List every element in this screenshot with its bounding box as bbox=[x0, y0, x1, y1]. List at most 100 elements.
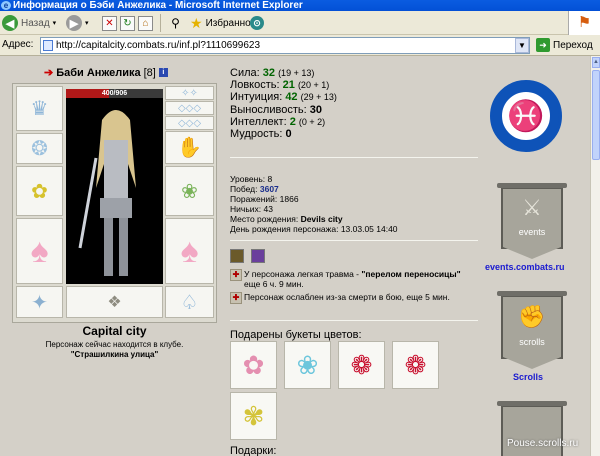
stat-value: 30 bbox=[309, 103, 322, 116]
flower-bouquet-slot-icon[interactable]: ❀ bbox=[165, 166, 214, 216]
twin-fish-emblem-icon[interactable]: ♓ bbox=[490, 80, 562, 152]
search-button[interactable]: ⚲ bbox=[168, 14, 183, 32]
private-message-arrow-icon[interactable]: ➔ bbox=[44, 66, 53, 79]
divider bbox=[230, 157, 478, 158]
go-button[interactable]: ➜ Переход bbox=[536, 38, 593, 52]
address-label: Адрес: bbox=[2, 39, 34, 50]
scrolls-link[interactable]: Scrolls bbox=[513, 372, 543, 382]
stat-value: 32 bbox=[262, 67, 275, 79]
stat-row: Сила: 32 (19 + 13) bbox=[230, 67, 490, 79]
info-label: Место рождения: bbox=[230, 214, 299, 225]
location-name: "Страшилкина улица" bbox=[70, 350, 159, 359]
pink-dress-slot-icon[interactable]: ♠ bbox=[16, 218, 63, 284]
boots-slot-icon[interactable]: ♤ bbox=[165, 286, 214, 318]
red-roses-icon[interactable]: ❁ bbox=[392, 341, 439, 389]
page-content: ➔ Баби Анжелика [8] i ♛ ❂ ✿ ♠ ✦ ❖ ✧✧ ◇◇◇… bbox=[0, 56, 590, 456]
forward-arrow-icon: ▶ bbox=[66, 15, 82, 31]
stat-row: Ловкость: 21 (20 + 1) bbox=[230, 79, 490, 91]
stat-bonus: (29 + 13) bbox=[300, 92, 337, 103]
stat-row: Интуиция: 42 (29 + 13) bbox=[230, 91, 490, 103]
vertical-scrollbar[interactable]: ▲ bbox=[590, 56, 600, 456]
effect-icon[interactable] bbox=[251, 249, 266, 263]
stat-bonus: (19 + 13) bbox=[278, 68, 315, 78]
location-note: Персонаж сейчас находится в клубе. "Стра… bbox=[12, 340, 217, 360]
forward-button[interactable]: ▶ ▾ bbox=[66, 14, 89, 32]
flower-weapon-slot-icon[interactable]: ✿ bbox=[16, 166, 63, 216]
stat-value: 0 bbox=[285, 127, 292, 140]
hp-bar: 400/906 bbox=[66, 89, 163, 98]
go-arrow-icon: ➜ bbox=[536, 38, 550, 52]
ring-row-2-icon[interactable]: ◇◇◇ bbox=[165, 116, 214, 130]
toolbar: ◀ Назад ▾ ▶ ▾ ✕ ↻ ⌂ ⚲ ★ Избранное ⊙ bbox=[0, 11, 600, 35]
earrings-slot-icon[interactable]: ✧✧ bbox=[165, 86, 214, 100]
info-row: Место рождения: Devils city bbox=[230, 214, 480, 224]
forward-dropdown-icon: ▾ bbox=[85, 20, 89, 27]
character-portrait: 400/906 bbox=[66, 89, 163, 284]
pink-blossom-icon[interactable]: ✿ bbox=[230, 341, 277, 389]
effect-row: ✚ У персонажа легкая травма - "перелом пе… bbox=[230, 269, 470, 289]
back-arrow-icon: ◀ bbox=[2, 15, 18, 31]
necklace-slot-icon[interactable]: ❂ bbox=[16, 133, 63, 164]
location-prefix: Персонаж сейчас находится в клубе. bbox=[45, 340, 184, 349]
go-label: Переход bbox=[553, 39, 593, 51]
info-value: 8 bbox=[267, 174, 273, 184]
url-dropdown-icon[interactable]: ▼ bbox=[515, 38, 529, 53]
info-label: Поражений: bbox=[230, 194, 278, 205]
character-name: Баби Анжелика bbox=[56, 66, 141, 79]
media-button[interactable]: ⊙ bbox=[250, 14, 264, 32]
scrollbar-thumb[interactable] bbox=[592, 70, 600, 160]
helmet-slot-icon[interactable]: ♛ bbox=[16, 86, 63, 131]
stat-label: Мудрость: bbox=[230, 127, 283, 140]
gloves-slot-icon[interactable]: ✋ bbox=[165, 131, 214, 164]
belt-slot-icon[interactable]: ✦ bbox=[16, 286, 63, 318]
info-label: Уровень: bbox=[230, 174, 266, 184]
scroll-up-icon[interactable]: ▲ bbox=[592, 57, 600, 68]
back-dropdown-icon[interactable]: ▾ bbox=[53, 19, 57, 27]
stat-row: Мудрость: 0 bbox=[230, 128, 490, 140]
url-text: http://capitalcity.combats.ru/inf.pl?111… bbox=[56, 40, 261, 51]
info-row: Ничьих: 43 bbox=[230, 204, 480, 214]
search-icon: ⚲ bbox=[171, 16, 180, 30]
emblem-slot-icon[interactable]: ❖ bbox=[66, 286, 163, 318]
window-title: Информация о Бэби Анжелика - Microsoft I… bbox=[13, 0, 303, 11]
events-banner[interactable]: ⚔ events bbox=[497, 183, 567, 259]
address-bar: Адрес: http://capitalcity.combats.ru/inf… bbox=[0, 35, 600, 56]
info-value: 13.03.05 14:40 bbox=[340, 224, 398, 235]
stat-value: 21 bbox=[282, 79, 295, 92]
effect-text: У персонажа легкая травма - bbox=[244, 269, 362, 279]
info-row: Побед: 3607 bbox=[230, 184, 480, 194]
daisy-bouquet-icon[interactable]: ✾ bbox=[230, 392, 277, 440]
events-link[interactable]: events.combats.ru bbox=[485, 262, 565, 272]
effect-text: еще 6 ч. 9 мин. bbox=[244, 279, 304, 289]
ring-row-1-icon[interactable]: ◇◇◇ bbox=[165, 101, 214, 115]
url-input[interactable]: http://capitalcity.combats.ru/inf.pl?111… bbox=[40, 37, 530, 54]
scrolls-banner[interactable]: ✊ scrolls bbox=[497, 291, 567, 369]
info-value: Devils city bbox=[300, 214, 343, 225]
info-label: Побед: bbox=[230, 184, 258, 195]
window-titlebar: e Информация о Бэби Анжелика - Microsoft… bbox=[0, 0, 600, 11]
red-roses-icon[interactable]: ❁ bbox=[338, 341, 385, 389]
divider bbox=[230, 320, 478, 321]
stat-label: Выносливость: bbox=[230, 103, 307, 116]
favorites-button[interactable]: ★ Избранное bbox=[190, 14, 256, 32]
effect-text: Персонаж ослаблен из-за смерти в бою, ещ… bbox=[244, 292, 450, 302]
back-button[interactable]: ◀ Назад ▾ bbox=[2, 14, 56, 32]
gifts-title: Подарки: bbox=[230, 445, 277, 456]
pink-skirt-slot-icon[interactable]: ♠ bbox=[165, 218, 214, 284]
info-row: Поражений: 1866 bbox=[230, 194, 480, 204]
city-name: Capital city bbox=[82, 324, 147, 338]
effect-icon[interactable] bbox=[230, 249, 244, 263]
character-level: [8] bbox=[143, 66, 156, 79]
watermark: Pouse.scrolls.ru bbox=[507, 438, 579, 449]
home-icon[interactable]: ⌂ bbox=[138, 15, 153, 31]
stat-label: Сила: bbox=[230, 67, 260, 79]
windows-logo-icon: ⚑ bbox=[568, 11, 600, 35]
crossed-swords-icon: ⚔ bbox=[522, 195, 542, 220]
stat-bonus: (20 + 1) bbox=[297, 80, 330, 91]
injury-icon: ✚ bbox=[230, 269, 242, 281]
refresh-icon[interactable]: ↻ bbox=[120, 15, 135, 31]
stop-icon[interactable]: ✕ bbox=[102, 15, 117, 31]
blue-flowers-icon[interactable]: ❀ bbox=[284, 341, 331, 389]
effects-block: ✚ У персонажа легкая травма - "перелом пе… bbox=[230, 249, 470, 304]
info-icon[interactable]: i bbox=[158, 68, 168, 77]
